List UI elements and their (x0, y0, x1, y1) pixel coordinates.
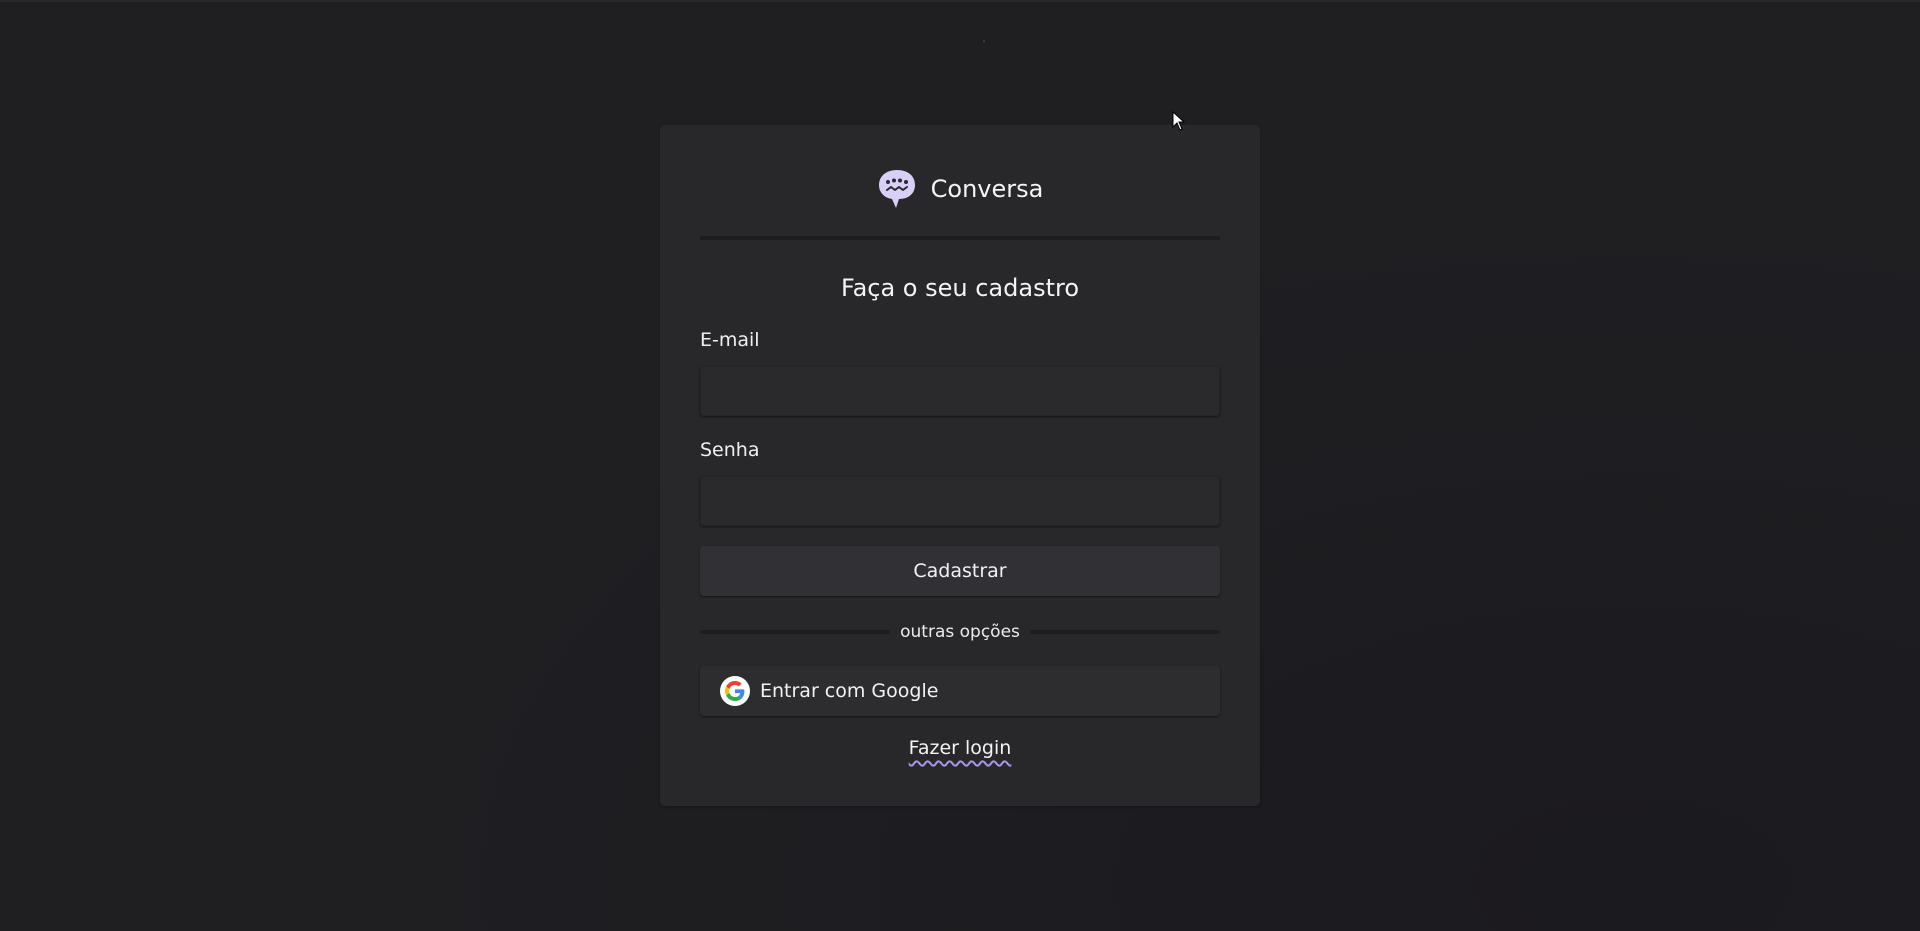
signup-button-label: Cadastrar (913, 560, 1007, 582)
divider-line-right (1029, 630, 1221, 634)
mouse-cursor-icon (1172, 111, 1186, 131)
other-options-divider: outras opções (700, 618, 1221, 646)
password-field[interactable] (700, 476, 1220, 526)
stray-dot (983, 40, 985, 42)
header-divider (700, 236, 1220, 240)
brand-name: Conversa (930, 175, 1044, 203)
google-icon (720, 676, 750, 706)
login-link[interactable]: Fazer login (909, 737, 1012, 759)
email-label: E-mail (700, 329, 760, 351)
brand-header: Conversa (700, 167, 1220, 211)
google-signin-button[interactable]: Entrar com Google (700, 666, 1220, 716)
chat-bubble-icon (878, 170, 915, 208)
signup-button[interactable]: Cadastrar (700, 546, 1220, 596)
top-edge (0, 0, 1920, 2)
form-title: Faça o seu cadastro (840, 274, 1080, 302)
password-label: Senha (700, 439, 760, 461)
email-field[interactable] (700, 366, 1220, 416)
login-link-row: Fazer login (700, 737, 1220, 777)
other-options-text: outras opções (900, 622, 1020, 642)
divider-line-left (700, 630, 891, 634)
page: Conversa Faça o seu cadastro E-mail Senh… (0, 0, 1920, 931)
signup-card: Conversa Faça o seu cadastro E-mail Senh… (660, 125, 1260, 806)
google-signin-label: Entrar com Google (760, 680, 939, 702)
